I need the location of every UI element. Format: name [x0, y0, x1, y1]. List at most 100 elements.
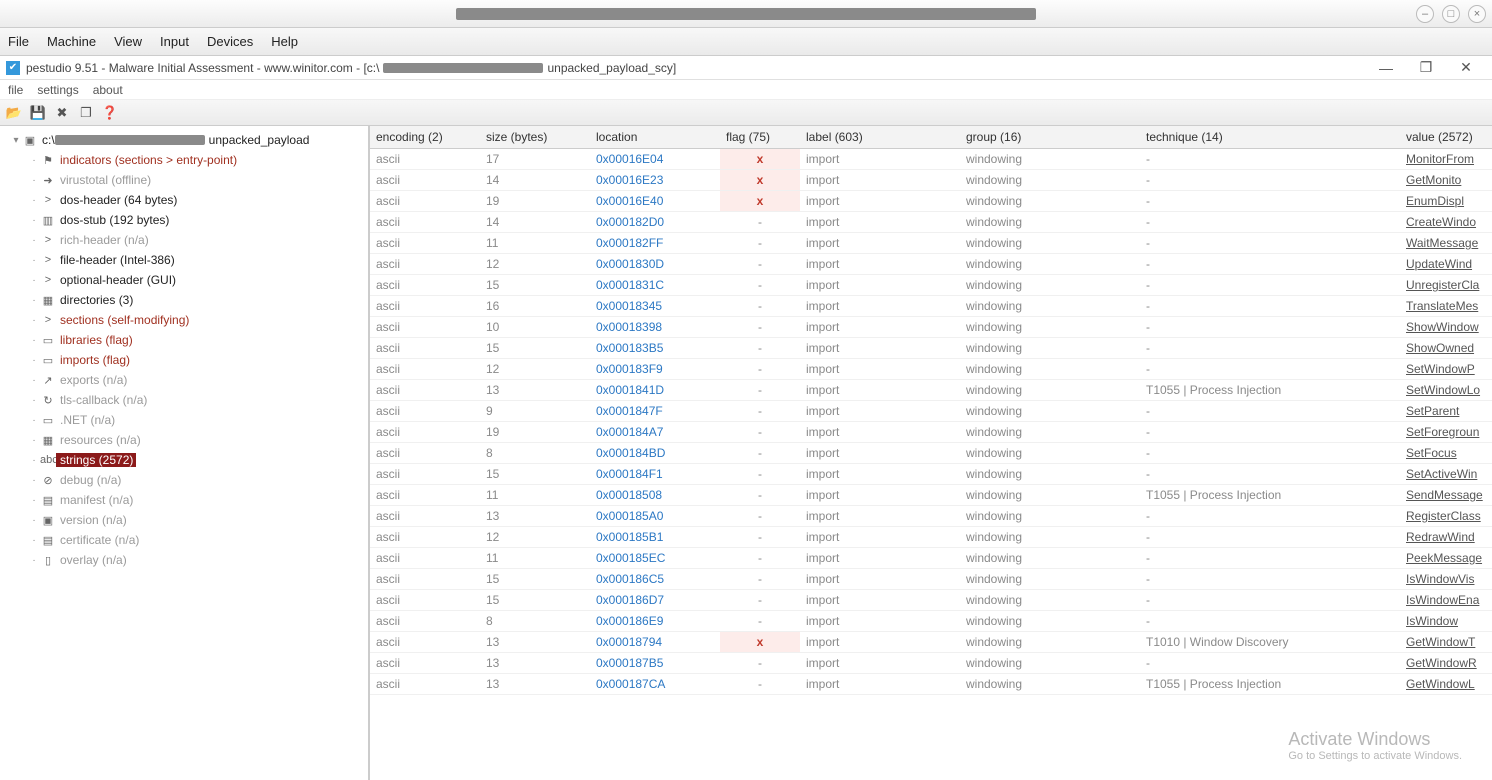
app-menu-about[interactable]: about [93, 83, 123, 97]
tree-expander-icon[interactable]: · [28, 195, 40, 206]
table-row[interactable]: ascii120x0001830D-importwindowing-Update… [370, 254, 1492, 275]
tree-root[interactable]: ▾ ▣ c:\ unpacked_payload [6, 130, 368, 150]
tree-item[interactable]: ·▭libraries (flag) [6, 330, 368, 350]
strings-table-panel[interactable]: encoding (2) size (bytes) location flag … [370, 126, 1492, 780]
tree-item[interactable]: ·⊘debug (n/a) [6, 470, 368, 490]
vm-maximize-button[interactable]: □ [1442, 5, 1460, 23]
tree-item[interactable]: ·⚑indicators (sections > entry-point) [6, 150, 368, 170]
copy-icon[interactable]: ❐ [78, 105, 94, 121]
table-row[interactable]: ascii100x00018398-importwindowing-ShowWi… [370, 317, 1492, 338]
vm-menu-help[interactable]: Help [271, 34, 298, 49]
table-row[interactable]: ascii120x000183F9-importwindowing-SetWin… [370, 359, 1492, 380]
col-size[interactable]: size (bytes) [480, 126, 590, 149]
tree-item[interactable]: ·▯overlay (n/a) [6, 550, 368, 570]
app-close-button[interactable]: ✕ [1446, 59, 1486, 76]
table-row[interactable]: ascii160x00018345-importwindowing-Transl… [370, 296, 1492, 317]
tree-item[interactable]: ·▣version (n/a) [6, 510, 368, 530]
tree-item[interactable]: ·▭imports (flag) [6, 350, 368, 370]
tree-expander-icon[interactable]: · [28, 495, 40, 506]
tree-expander-icon[interactable]: · [28, 475, 40, 486]
table-row[interactable]: ascii130x000187CA-importwindowingT1055 |… [370, 674, 1492, 695]
vm-menu-file[interactable]: File [8, 34, 29, 49]
col-encoding[interactable]: encoding (2) [370, 126, 480, 149]
col-value[interactable]: value (2572) [1400, 126, 1492, 149]
tree-item[interactable]: ·>sections (self-modifying) [6, 310, 368, 330]
tree-expander-icon[interactable]: · [28, 295, 40, 306]
tree-expander-icon[interactable]: · [28, 275, 40, 286]
app-menu-file[interactable]: file [8, 83, 23, 97]
tree-expander-icon[interactable]: · [28, 535, 40, 546]
table-row[interactable]: ascii140x000182D0-importwindowing-Create… [370, 212, 1492, 233]
vm-minimize-button[interactable]: – [1416, 5, 1434, 23]
table-row[interactable]: ascii80x000186E9-importwindowing-IsWindo… [370, 611, 1492, 632]
table-row[interactable]: ascii150x000183B5-importwindowing-ShowOw… [370, 338, 1492, 359]
table-row[interactable]: ascii110x00018508-importwindowingT1055 |… [370, 485, 1492, 506]
tree-expander-icon[interactable]: · [28, 215, 40, 226]
tree-item[interactable]: ·>dos-header (64 bytes) [6, 190, 368, 210]
vm-menu-machine[interactable]: Machine [47, 34, 96, 49]
vm-menu-view[interactable]: View [114, 34, 142, 49]
table-row[interactable]: ascii150x0001831C-importwindowing-Unregi… [370, 275, 1492, 296]
app-menu-settings[interactable]: settings [37, 83, 78, 97]
table-row[interactable]: ascii190x00016E40ximportwindowing-EnumDi… [370, 191, 1492, 212]
tree-expander-icon[interactable]: · [28, 315, 40, 326]
table-row[interactable]: ascii150x000184F1-importwindowing-SetAct… [370, 464, 1492, 485]
tree-item[interactable]: ·▦directories (3) [6, 290, 368, 310]
tree-expander-icon[interactable]: · [28, 555, 40, 566]
table-row[interactable]: ascii150x000186C5-importwindowing-IsWind… [370, 569, 1492, 590]
tree-item[interactable]: ·abcstrings (2572) [6, 450, 368, 470]
col-group[interactable]: group (16) [960, 126, 1140, 149]
tree-expander-icon[interactable]: · [28, 455, 40, 466]
vm-menu-input[interactable]: Input [160, 34, 189, 49]
tree-expander-icon[interactable]: · [28, 435, 40, 446]
tree-item[interactable]: ·▥dos-stub (192 bytes) [6, 210, 368, 230]
tree-item[interactable]: ·▤manifest (n/a) [6, 490, 368, 510]
save-icon[interactable]: 💾 [30, 105, 46, 121]
tree-item[interactable]: ·>optional-header (GUI) [6, 270, 368, 290]
tree-item[interactable]: ·▭.NET (n/a) [6, 410, 368, 430]
table-row[interactable]: ascii110x000185EC-importwindowing-PeekMe… [370, 548, 1492, 569]
col-technique[interactable]: technique (14) [1140, 126, 1400, 149]
table-row[interactable]: ascii90x0001847F-importwindowing-SetPare… [370, 401, 1492, 422]
tree-item[interactable]: ·▦resources (n/a) [6, 430, 368, 450]
app-maximize-button[interactable]: ❐ [1406, 59, 1446, 76]
table-row[interactable]: ascii130x00018794ximportwindowingT1010 |… [370, 632, 1492, 653]
tree-expander-icon[interactable]: · [28, 175, 40, 186]
table-row[interactable]: ascii120x000185B1-importwindowing-Redraw… [370, 527, 1492, 548]
tree-item[interactable]: ·>rich-header (n/a) [6, 230, 368, 250]
help-icon[interactable]: ❓ [102, 105, 118, 121]
tree-expander-icon[interactable]: · [28, 155, 40, 166]
tree-item[interactable]: ·↗exports (n/a) [6, 370, 368, 390]
table-row[interactable]: ascii110x000182FF-importwindowing-WaitMe… [370, 233, 1492, 254]
table-row[interactable]: ascii80x000184BD-importwindowing-SetFocu… [370, 443, 1492, 464]
table-row[interactable]: ascii170x00016E04ximportwindowing-Monito… [370, 149, 1492, 170]
tree-item[interactable]: ·➜virustotal (offline) [6, 170, 368, 190]
tree-panel[interactable]: ▾ ▣ c:\ unpacked_payload ·⚑indicators (s… [0, 126, 370, 780]
tree-item[interactable]: ·▤certificate (n/a) [6, 530, 368, 550]
vm-close-button[interactable]: × [1468, 5, 1486, 23]
tree-expander-icon[interactable]: · [28, 235, 40, 246]
collapse-icon[interactable]: ▾ [10, 135, 22, 146]
vm-menu-devices[interactable]: Devices [207, 34, 253, 49]
tree-item[interactable]: ·↻tls-callback (n/a) [6, 390, 368, 410]
tree-expander-icon[interactable]: · [28, 335, 40, 346]
close-file-icon[interactable]: ✖ [54, 105, 70, 121]
col-flag[interactable]: flag (75) [720, 126, 800, 149]
table-row[interactable]: ascii190x000184A7-importwindowing-SetFor… [370, 422, 1492, 443]
app-minimize-button[interactable]: — [1366, 60, 1406, 76]
table-row[interactable]: ascii130x0001841D-importwindowingT1055 |… [370, 380, 1492, 401]
table-row[interactable]: ascii140x00016E23ximportwindowing-GetMon… [370, 170, 1492, 191]
table-row[interactable]: ascii130x000187B5-importwindowing-GetWin… [370, 653, 1492, 674]
tree-expander-icon[interactable]: · [28, 515, 40, 526]
tree-expander-icon[interactable]: · [28, 395, 40, 406]
col-label[interactable]: label (603) [800, 126, 960, 149]
table-row[interactable]: ascii130x000185A0-importwindowing-Regist… [370, 506, 1492, 527]
tree-expander-icon[interactable]: · [28, 375, 40, 386]
tree-expander-icon[interactable]: · [28, 415, 40, 426]
table-row[interactable]: ascii150x000186D7-importwindowing-IsWind… [370, 590, 1492, 611]
tree-expander-icon[interactable]: · [28, 355, 40, 366]
tree-item[interactable]: ·>file-header (Intel-386) [6, 250, 368, 270]
tree-expander-icon[interactable]: · [28, 255, 40, 266]
col-location[interactable]: location [590, 126, 720, 149]
open-icon[interactable]: 📂 [6, 105, 22, 121]
